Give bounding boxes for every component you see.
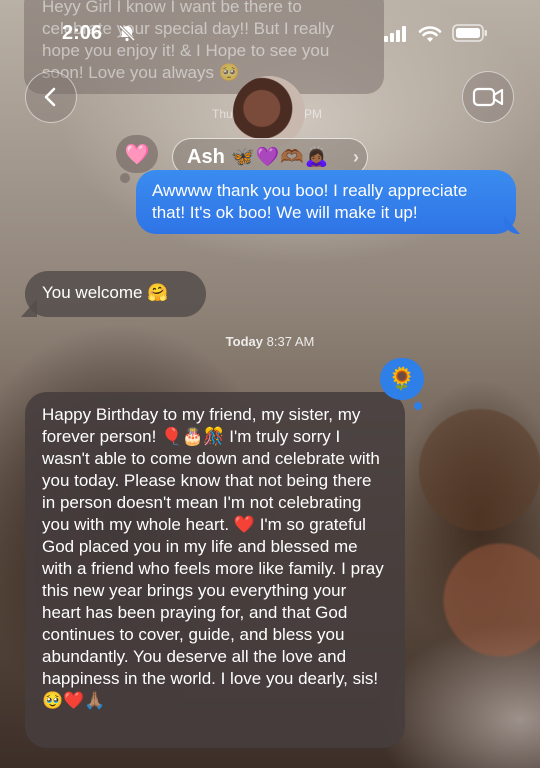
battery-icon: [452, 24, 487, 42]
status-bar: 2:06: [0, 0, 540, 64]
sunflower-icon: 🌻: [388, 366, 416, 391]
tapback-heart-reaction[interactable]: 🩷: [116, 135, 158, 183]
outgoing-message-bubble[interactable]: Awwww thank you boo! I really appreciate…: [136, 170, 516, 234]
chevron-right-icon: ›: [353, 147, 359, 167]
cellular-signal-icon: [384, 26, 406, 42]
incoming-message-bubble[interactable]: Happy Birthday to my friend, my sister, …: [25, 392, 405, 748]
conversation-timestamp: Today 8:37 AM: [0, 334, 540, 349]
incoming-message-bubble[interactable]: You welcome 🤗: [25, 271, 206, 317]
status-time: 2:06: [62, 22, 103, 44]
contact-name-emojis: 🦋💜🫶🏾🙇🏾‍♀️: [230, 147, 330, 168]
bell-slash-icon: [118, 24, 136, 42]
timestamp-time: 8:37 AM: [266, 334, 315, 349]
video-camera-icon: [472, 87, 504, 107]
contact-name: Ash: [187, 145, 225, 168]
back-button[interactable]: [25, 71, 77, 123]
facetime-video-button[interactable]: [462, 71, 514, 123]
timestamp-day: Today: [225, 334, 263, 349]
previous-timestamp-period: PM: [304, 107, 322, 121]
heart-icon: 🩷: [124, 143, 150, 166]
incoming-message-text: You welcome 🤗: [42, 283, 169, 302]
chevron-left-icon: [44, 87, 56, 107]
wifi-icon: [418, 26, 442, 42]
tapback-sunflower-reaction[interactable]: 🌻: [380, 358, 424, 410]
previous-timestamp: Thu PM: [212, 107, 322, 121]
outgoing-message-text: Awwww thank you boo! I really appreciate…: [152, 181, 468, 222]
incoming-message-text: Happy Birthday to my friend, my sister, …: [42, 405, 384, 710]
previous-timestamp-day: Thu: [212, 107, 233, 121]
